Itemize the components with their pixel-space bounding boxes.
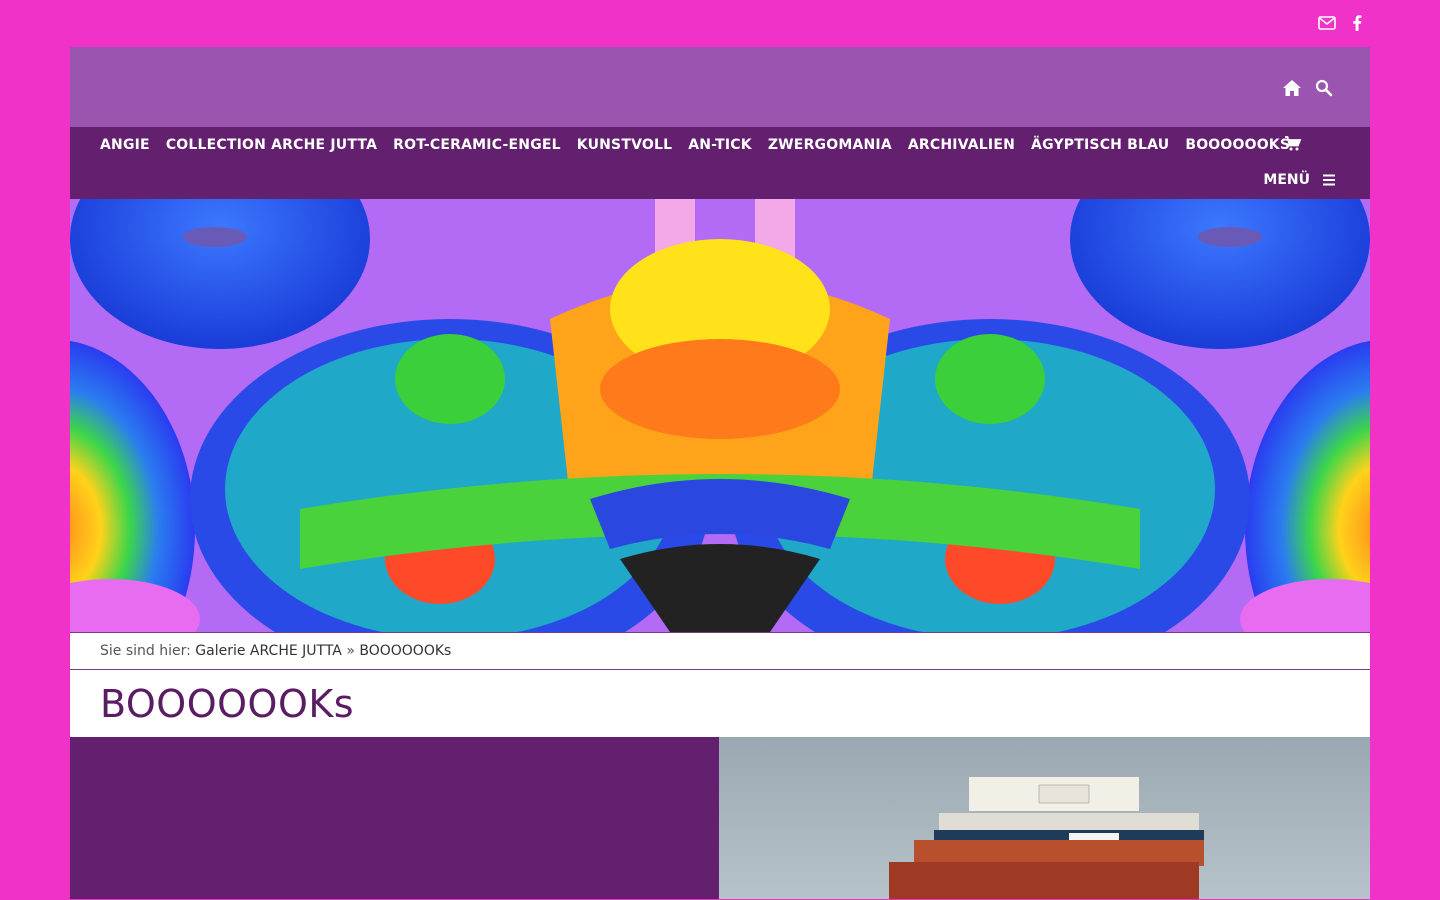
hero-banner-image xyxy=(70,199,1370,632)
nav-item-collection-arche-jutta[interactable]: COLLECTION ARCHE JUTTA xyxy=(158,136,385,154)
breadcrumb-prefix: Sie sind hier: xyxy=(100,643,191,659)
hamburger-icon xyxy=(1323,174,1335,186)
menu-label: MENÜ xyxy=(1263,172,1310,188)
nav-item-kunstvoll[interactable]: KUNSTVOLL xyxy=(569,136,680,154)
page-title: BOOOOOOKs xyxy=(100,682,355,726)
nav-item-rot-ceramic-engel[interactable]: ROT-CERAMIC-ENGEL xyxy=(385,136,569,154)
nav-item-aegyptisch-blau[interactable]: ÄGYPTISCH BLAU xyxy=(1023,136,1177,154)
nav-item-an-tick[interactable]: AN-TICK xyxy=(680,136,760,154)
mail-icon[interactable] xyxy=(1317,13,1337,33)
nav-item-angie[interactable]: ANGIE xyxy=(92,136,158,154)
psychedelic-art-image xyxy=(70,199,1370,632)
books-image xyxy=(889,777,1204,899)
books-stack-image xyxy=(719,737,1370,899)
main-navigation: ANGIE COLLECTION ARCHE JUTTA ROT-CERAMIC… xyxy=(70,127,1370,199)
nav-item-booooooks[interactable]: BOOOOOOKS xyxy=(1177,136,1298,154)
facebook-icon[interactable] xyxy=(1347,13,1367,33)
cart-icon[interactable] xyxy=(1284,135,1302,153)
top-bar xyxy=(0,0,1440,47)
page-container: ANGIE COLLECTION ARCHE JUTTA ROT-CERAMIC… xyxy=(70,47,1370,900)
breadcrumb-home-link[interactable]: Galerie ARCHE JUTTA xyxy=(195,643,342,659)
home-icon[interactable] xyxy=(1281,77,1303,99)
breadcrumb: Sie sind hier: Galerie ARCHE JUTTA » BOO… xyxy=(70,632,1370,670)
content-area xyxy=(70,737,1370,899)
menu-toggle[interactable]: MENÜ xyxy=(1263,172,1336,188)
search-icon[interactable] xyxy=(1313,77,1335,99)
nav-item-archivalien[interactable]: ARCHIVALIEN xyxy=(900,136,1023,154)
site-header xyxy=(70,47,1370,127)
breadcrumb-current: BOOOOOOKs xyxy=(359,643,452,659)
title-bar: BOOOOOOKs xyxy=(70,670,1370,737)
content-left-panel xyxy=(70,737,719,899)
nav-item-zwergomania[interactable]: ZWERGOMANIA xyxy=(760,136,900,154)
breadcrumb-separator: » xyxy=(346,643,355,659)
